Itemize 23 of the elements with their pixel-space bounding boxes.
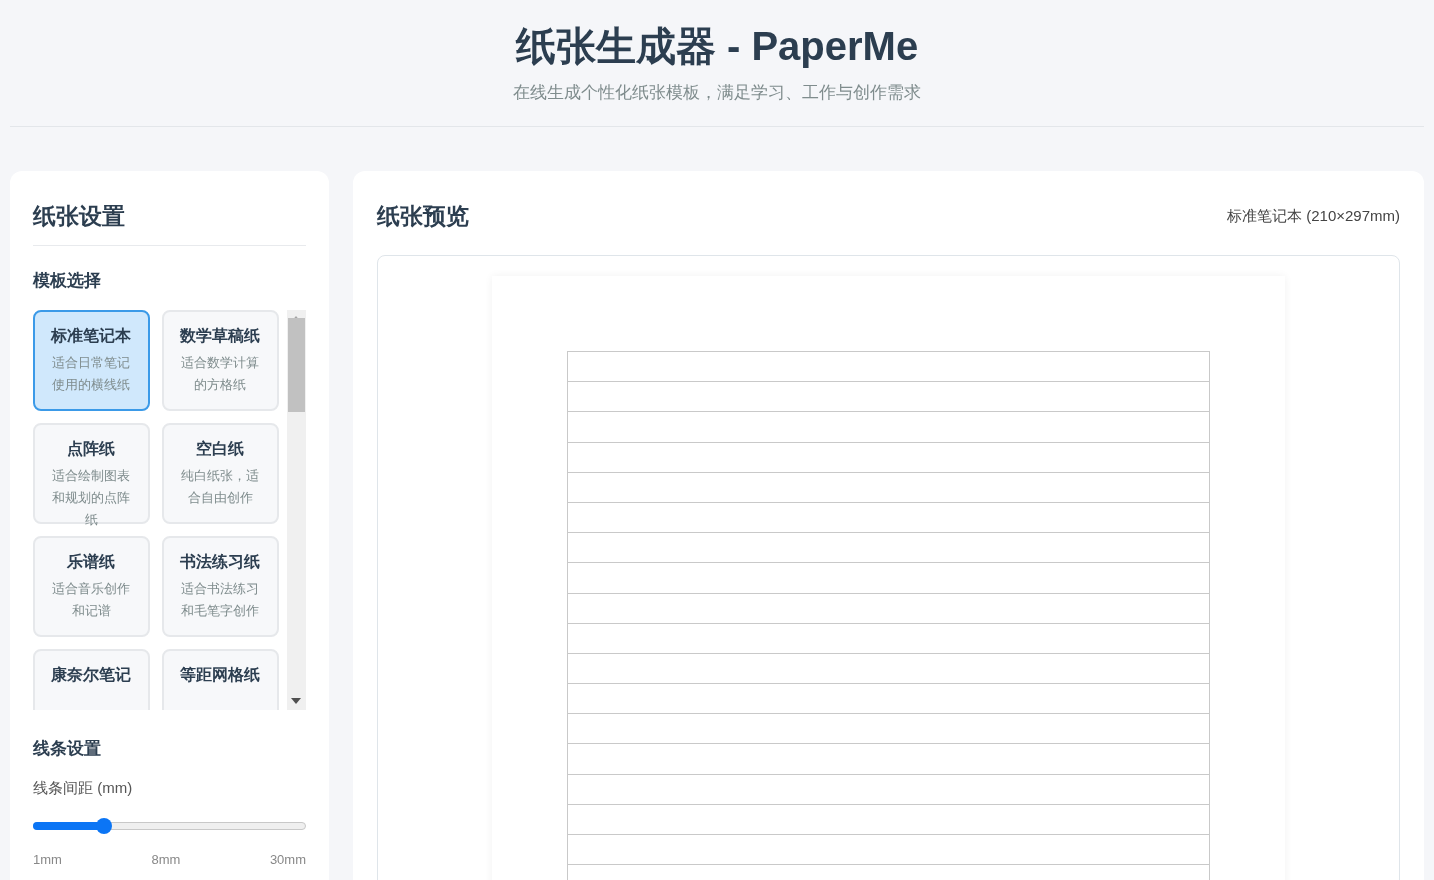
panel-title: 纸张预览 [377, 201, 469, 231]
template-card[interactable]: 乐谱纸 适合音乐创作和记谱 [33, 535, 150, 637]
scrollbar[interactable] [286, 309, 306, 710]
scrollbar-thumb[interactable] [287, 317, 305, 412]
template-card[interactable]: 康奈尔笔记 [33, 648, 150, 710]
tick-label: 1mm [33, 850, 62, 869]
section-title: 模板选择 [33, 270, 102, 292]
page-subtitle: 在线生成个性化纸张模板，满足学习、工作与创作需求 [513, 82, 921, 104]
scroll-down-icon[interactable] [291, 697, 302, 704]
page-title: 纸张生成器 - PaperMe [515, 23, 919, 70]
panel-title: 纸张设置 [33, 198, 306, 246]
tick-label: 30mm [269, 850, 306, 869]
template-card[interactable]: 数学草稿纸 适合数学计算的方格纸 [161, 309, 279, 411]
spacing-slider[interactable] [33, 817, 306, 834]
template-card[interactable]: 书法练习纸 适合书法练习和毛笔字创作 [161, 535, 279, 637]
template-card[interactable]: 标准笔记本 适合日常笔记使用的横线纸 [33, 309, 150, 411]
paper-info: 标准笔记本 (210×297mm) [1227, 205, 1400, 226]
field-label: 线条间距 (mm) [33, 778, 134, 798]
template-card[interactable]: 等距网格纸 [161, 648, 279, 710]
template-card[interactable]: 点阵纸 适合绘制图表和规划的点阵纸 [33, 422, 150, 524]
tick-label: 8mm [151, 850, 181, 869]
template-card[interactable]: 空白纸 纯白纸张，适合自由创作 [161, 422, 279, 524]
section-title: 线条设置 [33, 737, 102, 760]
